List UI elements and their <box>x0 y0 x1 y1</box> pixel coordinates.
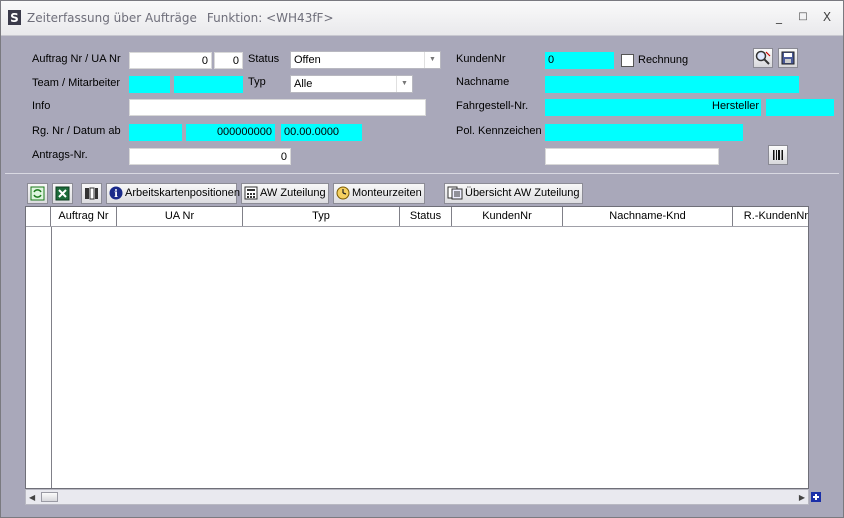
arbeitskarten-label: Arbeitskartenpositionen <box>125 187 240 199</box>
nachname-field[interactable] <box>545 76 799 93</box>
results-grid[interactable]: Auftrag Nr UA Nr Typ Status KundenNr Nac… <box>25 206 809 489</box>
scroll-right-icon[interactable]: ▶ <box>799 493 805 502</box>
window-title-text: Zeiterfassung über Aufträge <box>27 11 197 25</box>
grid-corner <box>26 207 51 226</box>
title-bar: S Zeiterfassung über Aufträge Funktion: <… <box>1 1 843 36</box>
rg-prefix-field[interactable] <box>129 124 182 141</box>
uebersicht-aw-zuteilung-button[interactable]: Übersicht AW Zuteilung <box>444 183 583 204</box>
antrags-label: Antrags-Nr. <box>32 149 88 161</box>
column-header-r-kunden-nr[interactable]: R.-KundenNr <box>733 207 808 226</box>
typ-select[interactable]: Alle ▼ <box>290 75 413 93</box>
magnifier-icon <box>755 50 771 65</box>
arbeitskarten-button[interactable]: i Arbeitskartenpositionen <box>106 183 240 204</box>
barcode-icon <box>773 150 783 160</box>
auftrag-label: Auftrag Nr / UA Nr <box>32 53 121 65</box>
scrollbar-thumb[interactable] <box>41 492 58 502</box>
minimize-button[interactable]: _ <box>772 10 786 24</box>
columns-icon <box>85 187 98 200</box>
excel-icon <box>55 186 70 201</box>
save-button[interactable] <box>778 48 798 68</box>
kunden-nr-field[interactable]: 0 <box>545 52 614 69</box>
hersteller-label: Hersteller <box>712 100 760 112</box>
aw-zuteilung-button[interactable]: AW Zuteilung <box>241 183 329 204</box>
column-header-ua-nr[interactable]: UA Nr <box>117 207 243 226</box>
status-select-value: Offen <box>294 54 321 66</box>
refresh-button[interactable] <box>27 183 48 204</box>
aw-zuteilung-label: AW Zuteilung <box>260 187 326 199</box>
scroll-left-icon[interactable]: ◀ <box>29 493 35 502</box>
row-header-column <box>26 207 52 488</box>
column-header-nachname-knd[interactable]: Nachname-Knd <box>563 207 733 226</box>
grid-header: Auftrag Nr UA Nr Typ Status KundenNr Nac… <box>26 207 808 227</box>
main-window: S Zeiterfassung über Aufträge Funktion: <… <box>0 0 844 518</box>
chevron-down-icon[interactable]: ▼ <box>424 52 440 68</box>
rechnung-label: Rechnung <box>638 54 689 66</box>
info-field[interactable] <box>129 99 426 116</box>
overview-icon <box>447 186 463 200</box>
info-label: Info <box>32 100 51 112</box>
app-s-icon: S <box>8 10 21 25</box>
fahrgestell-label: Fahrgestell-Nr. <box>456 100 529 112</box>
pol-kennzeichen-field[interactable] <box>545 124 743 141</box>
status-label: Status <box>248 53 280 65</box>
team-label: Team / Mitarbeiter <box>32 77 121 89</box>
hersteller-field[interactable] <box>766 99 834 116</box>
datum-ab-field[interactable]: 00.00.0000 <box>281 124 362 141</box>
pol-kennzeichen-label: Pol. Kennzeichen <box>456 125 542 137</box>
team-field[interactable] <box>129 76 170 93</box>
typ-label: Typ <box>248 76 266 88</box>
rg-nr-field[interactable]: 000000000 <box>186 124 275 141</box>
chevron-down-icon[interactable]: ▼ <box>396 76 412 92</box>
status-select[interactable]: Offen ▼ <box>290 51 441 69</box>
search-button[interactable] <box>753 48 773 68</box>
floppy-icon <box>781 51 795 65</box>
monteurzeiten-button[interactable]: Monteurzeiten <box>333 183 425 204</box>
info-icon: i <box>109 186 123 200</box>
function-label: Funktion: <WH43fF> <box>206 11 334 25</box>
column-header-auftrag-nr[interactable]: Auftrag Nr <box>51 207 117 226</box>
plus-icon[interactable] <box>811 492 821 502</box>
clock-icon <box>336 186 350 200</box>
rechnung-checkbox[interactable] <box>621 54 634 67</box>
extra-field[interactable] <box>545 148 719 165</box>
rg-label: Rg. Nr / Datum ab <box>32 125 121 137</box>
auftrag-nr-field[interactable]: 0 <box>129 52 212 69</box>
column-header-kunden-nr[interactable]: KundenNr <box>452 207 563 226</box>
ua-nr-field[interactable]: 0 <box>214 52 243 69</box>
columns-button[interactable] <box>81 183 102 204</box>
column-header-status[interactable]: Status <box>400 207 452 226</box>
maximize-button[interactable]: □ <box>796 10 810 24</box>
excel-export-button[interactable] <box>52 183 73 204</box>
monteurzeiten-label: Monteurzeiten <box>352 187 422 199</box>
kunden-label: KundenNr <box>456 53 506 65</box>
column-header-typ[interactable]: Typ <box>243 207 400 226</box>
nachname-label: Nachname <box>456 76 510 88</box>
antrags-nr-field[interactable]: 0 <box>129 148 291 165</box>
horizontal-scrollbar[interactable]: ◀ ▶ <box>25 489 809 505</box>
uebersicht-label: Übersicht AW Zuteilung <box>465 187 580 199</box>
svg-text:S: S <box>10 11 19 25</box>
svg-text:i: i <box>114 189 118 200</box>
mitarbeiter-field[interactable] <box>174 76 243 93</box>
form-separator <box>5 173 839 174</box>
window-title: Zeiterfassung über Aufträge Funktion: <WH… <box>27 11 334 25</box>
barcode-button[interactable] <box>768 145 788 165</box>
typ-select-value: Alle <box>294 78 313 90</box>
calculator-icon <box>244 186 258 200</box>
close-button[interactable]: X <box>820 10 834 24</box>
refresh-icon <box>30 186 45 201</box>
